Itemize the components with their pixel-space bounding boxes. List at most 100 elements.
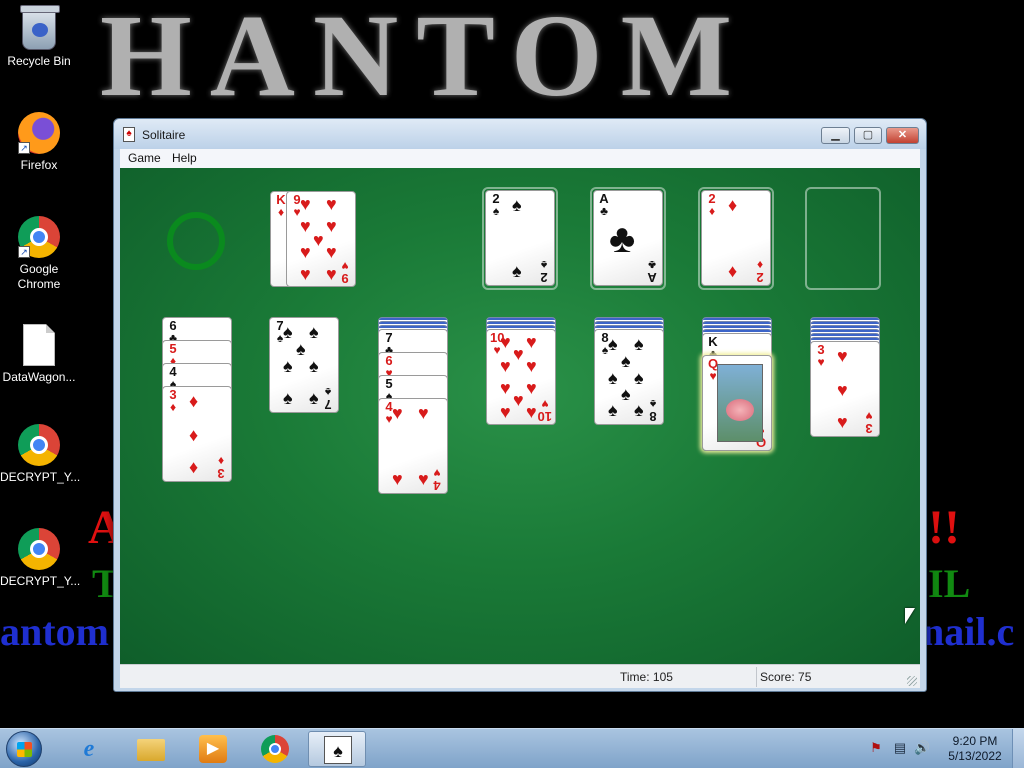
playing-card[interactable]: 4 ♥ 4 ♥ ♥ ♥ ♥ ♥ [378, 398, 448, 494]
playing-card[interactable]: 9 ♥ 9 ♥ ♥ ♥ ♥ ♥ ♥ ♥ ♥ ♥ ♥ [286, 191, 356, 287]
playing-card[interactable]: 3 ♥ 3 ♥ ♥ ♥ ♥ [810, 341, 880, 437]
card-pip-icon: ♥ [326, 242, 337, 262]
system-clock[interactable]: 9:20 PM 5/13/2022 [940, 734, 1010, 764]
clock-date: 5/13/2022 [948, 749, 1002, 763]
chrome-icon: ↗ [18, 216, 60, 258]
resize-grip[interactable] [907, 676, 917, 686]
window-titlebar[interactable]: ♠ Solitaire ▁ ▢ ✕ [114, 119, 926, 149]
action-center-flag-icon[interactable]: ⚑ [868, 741, 884, 755]
playing-card[interactable]: 7 ♠ 7 ♠ ♠ ♠ ♠ ♠ ♠ ♠ ♠ [269, 317, 339, 413]
volume-icon[interactable]: 🔊 [914, 741, 930, 755]
card-suit-icon: ♣ [648, 258, 656, 272]
network-icon[interactable]: ▤ [892, 741, 908, 755]
card-index-br: 7 ♠ [321, 385, 335, 412]
card-pip-icon: ♠ [296, 339, 306, 359]
card-suit-icon: ♦ [756, 258, 764, 272]
wallpaper-text-line3-right: nail.c [922, 609, 1015, 654]
desktop-icon-decrypt-2[interactable]: DECRYPT_Y... [0, 528, 80, 589]
card-index-tl: 2 ♦ [705, 192, 719, 217]
document-icon [23, 324, 55, 366]
start-button[interactable] [6, 731, 42, 767]
card-index-tl: 2 ♠ [489, 192, 503, 217]
taskbar-media-player[interactable]: ▶ [184, 731, 242, 767]
desktop-icon-datawagon[interactable]: DataWagon... [0, 324, 78, 385]
playing-card[interactable]: A ♣ A ♣ ♣ [593, 190, 663, 286]
menu-help[interactable]: Help [172, 151, 197, 165]
status-separator [756, 667, 757, 687]
card-rank: 3 [217, 466, 225, 481]
playing-card[interactable]: 2 ♦ 2 ♦ ♦ ♦ [701, 190, 771, 286]
card-pip-icon: ♥ [418, 403, 429, 423]
wallpaper-banner-art: HANTOM [100, 0, 750, 121]
wallpaper-text-line2-right: IL [928, 561, 971, 606]
media-player-icon: ▶ [199, 735, 227, 763]
card-pip-icon: ♥ [326, 194, 337, 214]
card-pip-icon: ♠ [309, 388, 319, 408]
menu-game[interactable]: Game [128, 151, 161, 165]
playing-card[interactable]: 8 ♠ 8 ♠ ♠ ♠ ♠ ♠ ♠ ♠ ♠ ♠ [594, 329, 664, 425]
card-pip-icon: ♥ [526, 332, 537, 352]
card-pip-icon: ♥ [300, 242, 311, 262]
card-suit-icon: ♥ [865, 409, 873, 423]
clock-time: 9:20 PM [952, 734, 998, 748]
card-pip-icon: ♦ [189, 425, 199, 445]
folder-icon [137, 739, 165, 761]
card-pip-icon: ♠ [512, 261, 522, 281]
card-pip-icon: ♠ [283, 322, 293, 342]
wallpaper-text-line1-right: !! [928, 501, 960, 554]
face-card-artwork [717, 364, 763, 442]
desktop-icon-label: Recycle Bin [7, 54, 71, 68]
card-index-br: 10 ♥ [537, 397, 552, 424]
shortcut-arrow-icon: ↗ [18, 246, 30, 258]
card-rank: 10 [537, 409, 552, 424]
card-pip-icon: ♥ [300, 194, 311, 214]
desktop-icon-firefox[interactable]: ↗ Firefox [0, 112, 78, 173]
taskbar-explorer[interactable] [122, 731, 180, 767]
minimize-button[interactable]: ▁ [821, 127, 850, 144]
playing-card[interactable]: 10 ♥ 10 ♥ ♥ ♥ ♥ ♥ ♥ ♥ ♥ ♥ ♥ ♥ [486, 329, 556, 425]
score-readout: Score: 75 [760, 670, 812, 684]
card-rank: 3 [865, 421, 873, 436]
card-index-br: 2 ♦ [753, 258, 767, 285]
desktop-icon-recycle-bin[interactable]: Recycle Bin [0, 5, 78, 69]
card-index-br: 3 ♦ [214, 454, 228, 481]
card-index-br: 9 ♥ [338, 259, 352, 286]
chrome-icon [261, 735, 289, 763]
maximize-button[interactable]: ▢ [854, 127, 882, 144]
card-suit-icon: ♦ [169, 400, 177, 414]
taskbar-chrome[interactable] [246, 731, 304, 767]
card-pip-icon: ♠ [309, 322, 319, 342]
desktop-icon-label: Google Chrome [17, 262, 61, 291]
card-pip-icon: ♦ [189, 391, 199, 411]
card-suit-icon: ♥ [341, 259, 349, 273]
card-suit-icon: ♠ [540, 258, 548, 272]
game-board[interactable]: K♦K♦9♥9♥♥♥♥♥♥♥♥♥♥ 2♠2♠♠♠A♣A♣♣2♦2♦♦♦ 6♣6♣… [120, 168, 920, 664]
desktop-icon-decrypt-1[interactable]: DECRYPT_Y... [0, 424, 80, 485]
taskbar-ie[interactable]: e [60, 731, 118, 767]
card-pip-icon: ♥ [513, 390, 524, 410]
playing-card[interactable]: 3 ♦ 3 ♦ ♦ ♦ ♦ [162, 386, 232, 482]
card-suit-icon: ♣ [600, 204, 608, 218]
close-button[interactable]: ✕ [886, 127, 919, 144]
card-index-br: 4 ♥ [430, 466, 444, 493]
stock-pile-empty-recycle[interactable] [167, 212, 225, 270]
card-index-tl: 3 ♦ [166, 388, 180, 414]
status-bar: Time: 105 Score: 75 [120, 664, 920, 688]
playing-card[interactable]: 2 ♠ 2 ♠ ♠ ♠ [485, 190, 555, 286]
card-pip-icon: ♠ [608, 334, 618, 354]
card-pip-icon: ♦ [189, 457, 199, 477]
desktop-icon-google-chrome[interactable]: ↗ Google Chrome [0, 216, 78, 292]
card-pip-icon: ♥ [500, 378, 511, 398]
chrome-icon [18, 528, 60, 570]
card-rank: 2 [756, 270, 764, 285]
playing-card[interactable]: Q♥Q♥ [702, 355, 772, 451]
taskbar-solitaire[interactable]: ♠ [308, 731, 366, 767]
recycle-bin-icon [20, 5, 60, 50]
show-desktop-button[interactable] [1012, 729, 1024, 768]
card-pip-icon: ♠ [309, 356, 319, 376]
card-pip-icon: ♥ [526, 378, 537, 398]
card-pip-icon: ♠ [634, 334, 644, 354]
solitaire-window: ♠ Solitaire ▁ ▢ ✕ Game Help K♦K♦9♥9♥♥♥♥♥… [113, 118, 927, 692]
foundation-slot[interactable] [805, 187, 881, 290]
card-pip-icon: ♥ [526, 356, 537, 376]
